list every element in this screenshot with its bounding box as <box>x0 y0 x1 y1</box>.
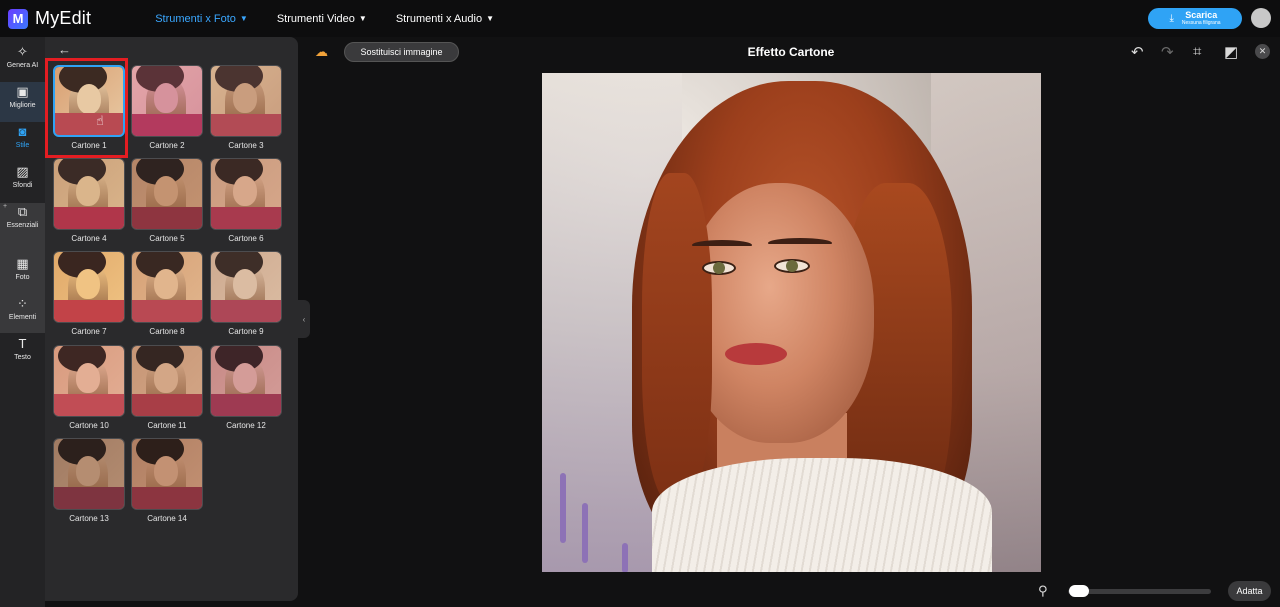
rail-item-label: Testo <box>14 354 31 361</box>
style-thumbnail[interactable] <box>53 438 125 510</box>
rail-item-label: Foto <box>15 274 30 281</box>
style-thumbnail[interactable] <box>210 251 282 323</box>
download-icon: ⤓ <box>1169 13 1174 24</box>
zoom-slider[interactable] <box>1068 589 1211 594</box>
logo-mark: M <box>8 8 28 29</box>
style-thumbnail-label: Cartone 5 <box>149 234 185 243</box>
style-thumbnail-label: Cartone 11 <box>147 421 187 430</box>
crop-icon[interactable]: ⌗ <box>1193 43 1201 60</box>
style-thumbnail[interactable] <box>53 345 125 417</box>
rail-item-foto[interactable]: ▦ Foto <box>0 256 45 282</box>
undo-icon[interactable]: ↶ <box>1131 43 1144 61</box>
style-thumbnail-label: Cartone 14 <box>147 514 187 523</box>
redo-icon[interactable]: ↷ <box>1161 43 1174 61</box>
main-nav: Strumenti x Foto ▼ Strumenti Video ▼ Strum… <box>155 13 523 25</box>
close-icon[interactable]: ✕ <box>1255 44 1270 59</box>
style-thumbnail[interactable] <box>131 65 203 137</box>
style-portrait-icon: ◙ <box>18 124 27 139</box>
style-thumbnail-label: Cartone 13 <box>69 514 109 523</box>
style-thumbnail-label: Cartone 9 <box>228 327 264 336</box>
style-thumbnail[interactable] <box>53 158 125 230</box>
page-title: Effetto Cartone <box>747 45 835 59</box>
chevron-down-icon: ▼ <box>486 14 494 23</box>
background-icon: ▨ <box>16 164 29 179</box>
nav-item-audio-tools[interactable]: Strumenti x Audio ▼ <box>396 13 494 25</box>
enhance-image-icon: ▣ <box>16 84 29 99</box>
top-navigation-bar: M MyEdit Strumenti x Foto ▼ Strumenti Vid… <box>0 0 1280 37</box>
style-thumbnail-label: Cartone 8 <box>149 327 185 336</box>
collapse-panel-button[interactable]: ‹ <box>298 300 310 338</box>
rail-item-essenziali[interactable]: ⧉ Essenziali <box>0 204 45 230</box>
style-thumbnail[interactable] <box>131 345 203 417</box>
nav-item-video-tools[interactable]: Strumenti Video ▼ <box>277 13 367 25</box>
rail-item-label: Migliorie <box>9 102 36 109</box>
rail-item-label: Elementi <box>8 314 37 321</box>
app-name: MyEdit <box>35 8 92 28</box>
style-thumbnail-label: Cartone 4 <box>71 234 107 243</box>
user-avatar[interactable] <box>1251 8 1271 28</box>
replace-image-button[interactable]: Sostituisci immagine <box>344 42 459 62</box>
hand-cursor-icon: ☝ <box>96 113 104 128</box>
cartoon-photo-preview <box>542 73 1041 572</box>
rail-item-label: Essenziali <box>6 222 39 229</box>
compare-icon[interactable]: ◩ <box>1224 43 1238 61</box>
rail-item-genera-ai[interactable]: ✧ Genera AI <box>0 44 45 70</box>
shapes-icon: ⁘ <box>17 296 28 311</box>
download-button[interactable]: ⤓ Scarica Nessuna filigrana <box>1148 8 1242 29</box>
style-thumbnail[interactable] <box>53 251 125 323</box>
style-thumbnail-label: Cartone 7 <box>71 327 107 336</box>
nav-item-label: Strumenti x Foto <box>155 12 236 25</box>
style-thumbnail-label: Cartone 3 <box>228 141 264 150</box>
chevron-down-icon: ▼ <box>239 14 248 23</box>
style-thumbnail[interactable] <box>210 345 282 417</box>
rail-item-elementi[interactable]: ⁘ Elementi <box>0 296 45 322</box>
crop-layers-icon: ⧉ <box>17 204 28 219</box>
chevron-down-icon: ▼ <box>358 14 367 23</box>
nav-item-label: Strumenti x Audio <box>395 12 483 25</box>
rail-item-label: Stile <box>15 142 30 149</box>
style-thumbnail-label: Cartone 6 <box>228 234 264 243</box>
back-arrow-icon[interactable]: ← <box>58 42 71 57</box>
rail-item-testo[interactable]: T Testo <box>0 336 45 362</box>
selection-highlight-box <box>45 58 128 158</box>
style-thumbnail[interactable] <box>131 158 203 230</box>
nav-item-label: Strumenti Video <box>276 12 355 25</box>
rail-item-migliorie[interactable]: ▣ Migliorie <box>0 84 45 110</box>
download-label: Scarica <box>1185 10 1218 20</box>
text-icon: T <box>18 336 27 351</box>
style-thumbnail-label: Cartone 12 <box>226 421 266 430</box>
zoom-icon: ⚲ <box>1038 583 1048 598</box>
chevron-left-icon: ‹ <box>302 314 306 324</box>
magic-wand-icon: ✧ <box>17 44 28 59</box>
photo-icon: ▦ <box>16 256 29 271</box>
upload-icon[interactable]: ☁ <box>315 44 328 60</box>
style-thumbnail-label: Cartone 2 <box>149 141 185 150</box>
style-thumbnail-label: Cartone 10 <box>69 421 109 430</box>
download-sublabel: Nessuna filigrana <box>1181 20 1221 26</box>
style-thumbnail[interactable] <box>131 438 203 510</box>
rail-item-stile[interactable]: ◙ Stile <box>0 124 45 150</box>
style-thumbnail[interactable] <box>210 158 282 230</box>
rail-item-label: Genera AI <box>6 62 39 69</box>
style-thumbnail[interactable] <box>210 65 282 137</box>
logo[interactable]: M MyEdit <box>8 8 91 29</box>
zoom-slider-handle[interactable] <box>1069 585 1089 597</box>
rail-item-sfondi[interactable]: ▨ Sfondi <box>0 164 45 190</box>
nav-item-photo-tools[interactable]: Strumenti x Foto ▼ <box>155 13 248 25</box>
rail-item-label: Sfondi <box>12 182 33 189</box>
style-thumbnail[interactable] <box>131 251 203 323</box>
fit-button[interactable]: Adatta <box>1228 581 1271 601</box>
